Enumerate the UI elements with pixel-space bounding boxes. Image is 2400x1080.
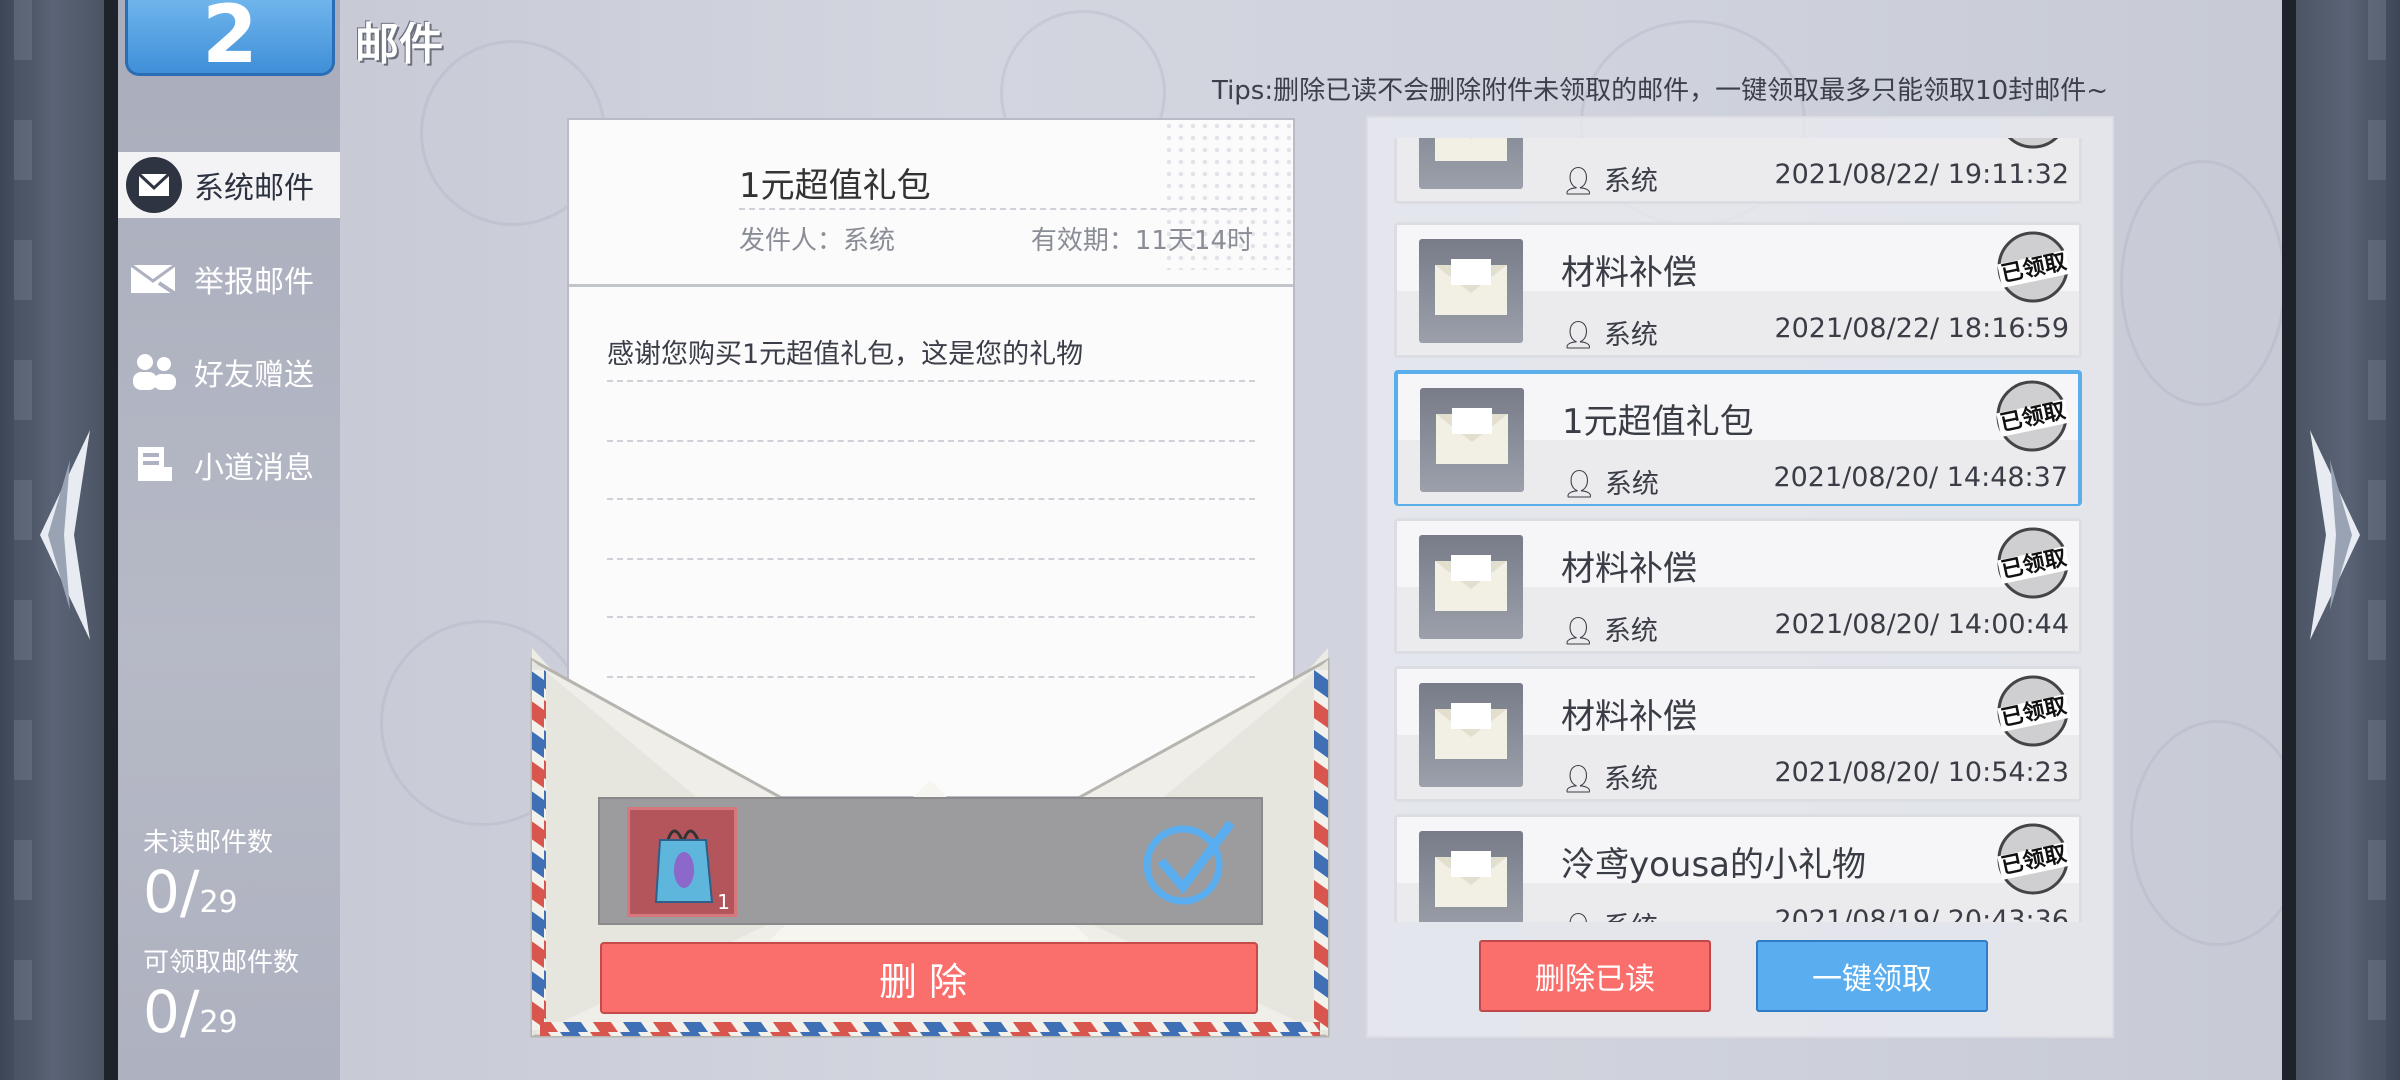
game-screen: 2 邮件 系统邮件 举报邮件 好友赠送 小道消息 未读邮件数 0/29 可领取邮… bbox=[0, 0, 2400, 1080]
envelope-icon bbox=[1419, 239, 1523, 343]
mail-row-sender: 👤︎ 系统 bbox=[1561, 905, 1658, 922]
left-frame bbox=[0, 0, 118, 1080]
sidebar-item-system-mail[interactable]: 系统邮件 bbox=[118, 152, 340, 218]
mail-row-time: 2021/08/20/ 14:00:44 bbox=[1774, 609, 2069, 640]
sidebar-item-label: 好友赠送 bbox=[194, 358, 314, 393]
back-badge-icon: 2 bbox=[202, 0, 258, 76]
envelope-icon bbox=[1419, 138, 1523, 189]
sidebar-item-label: 系统邮件 bbox=[194, 171, 314, 206]
mail-row-time: 2021/08/20/ 14:48:37 bbox=[1773, 462, 2068, 493]
claimed-stamp: 已领取 bbox=[1992, 378, 2072, 454]
attachment-bar: 1 bbox=[598, 797, 1263, 925]
envelope-icon bbox=[1420, 388, 1524, 492]
mail-icon bbox=[124, 155, 184, 215]
sidebar-item-report-mail[interactable]: 举报邮件 bbox=[118, 246, 340, 312]
delete-read-button[interactable]: 删除已读 bbox=[1479, 940, 1711, 1012]
claimed-stamp: 已领取 bbox=[1993, 138, 2073, 151]
mail-row[interactable]: 材料补偿 👤︎ 系统 2021/08/22/ 18:16:59 已领取 bbox=[1394, 222, 2082, 358]
mail-expiry: 有效期：11天14时 bbox=[1030, 226, 1253, 256]
report-mail-icon bbox=[124, 249, 184, 309]
sidebar-item-label: 小道消息 bbox=[194, 451, 314, 486]
mail-row-sender: 👤︎ 系统 bbox=[1561, 616, 1658, 647]
mail-row-sender: 👤︎ 系统 bbox=[1561, 320, 1658, 351]
left-arrow-icon bbox=[40, 430, 90, 640]
mail-row-title: 材料补偿 bbox=[1561, 697, 1697, 737]
mail-row-time: 2021/08/19/ 20:43:36 bbox=[1774, 905, 2069, 922]
delete-button[interactable]: 删除 bbox=[600, 942, 1258, 1014]
mail-row-sender: 👤︎ 系统 bbox=[1561, 166, 1658, 197]
claimable-count-label: 可领取邮件数 bbox=[143, 948, 300, 978]
page-title: 邮件 bbox=[355, 19, 443, 70]
mail-row-time: 2021/08/20/ 10:54:23 bbox=[1774, 757, 2069, 788]
check-icon bbox=[1143, 820, 1235, 905]
tips-text: Tips:删除已读不会删除附件未领取的邮件，一键领取最多只能领取10封邮件~ bbox=[1212, 76, 2108, 106]
mail-row-time: 2021/08/22/ 18:16:59 bbox=[1774, 313, 2069, 344]
attachment-item[interactable]: 1 bbox=[627, 807, 737, 917]
mail-sender: 发件人：系统 bbox=[739, 226, 896, 256]
claim-all-button[interactable]: 一键领取 bbox=[1756, 940, 1988, 1012]
mail-row[interactable]: 泠鸢yousa的小礼物 👤︎ 系统 2021/08/19/ 20:43:36 已… bbox=[1394, 814, 2082, 922]
mail-row-title: 泠鸢yousa的小礼物 bbox=[1561, 845, 1867, 885]
mail-title: 1元超值礼包 bbox=[739, 166, 931, 206]
envelope-icon bbox=[1419, 535, 1523, 639]
sidebar-item-friend-gifts[interactable]: 好友赠送 bbox=[118, 339, 340, 405]
right-arrow-icon bbox=[2310, 430, 2360, 640]
mail-row-time: 2021/08/22/ 19:11:32 bbox=[1774, 159, 2069, 190]
mail-row[interactable]: 👤︎ 系统 2021/08/22/ 19:11:32 已领取 bbox=[1394, 138, 2082, 204]
sidebar-item-label: 举报邮件 bbox=[194, 265, 314, 300]
mail-list[interactable]: 👤︎ 系统 2021/08/22/ 19:11:32 已领取 材料补偿 👤︎ 系… bbox=[1390, 138, 2086, 922]
unread-count-label: 未读邮件数 bbox=[143, 828, 274, 858]
right-frame bbox=[2282, 0, 2400, 1080]
claimable-count: 0/29 bbox=[143, 978, 238, 1046]
friends-icon bbox=[124, 342, 184, 402]
claimed-stamp: 已领取 bbox=[1993, 229, 2073, 305]
mail-row-title: 材料补偿 bbox=[1561, 253, 1697, 293]
envelope-icon bbox=[1419, 831, 1523, 922]
delete-read-label: 删除已读 bbox=[1535, 962, 1655, 997]
claimed-stamp: 已领取 bbox=[1993, 673, 2073, 749]
delete-button-label: 删除 bbox=[878, 959, 979, 1004]
envelope-icon bbox=[1419, 683, 1523, 787]
mail-row-sender: 👤︎ 系统 bbox=[1561, 764, 1658, 795]
mail-body: 感谢您购买1元超值礼包，这是您的礼物 bbox=[607, 339, 1084, 370]
attachment-count: 1 bbox=[717, 890, 730, 914]
claim-all-label: 一键领取 bbox=[1812, 962, 1932, 997]
claimed-stamp: 已领取 bbox=[1993, 821, 2073, 897]
unread-count: 0/29 bbox=[143, 858, 238, 926]
mail-row-title: 1元超值礼包 bbox=[1562, 402, 1754, 442]
svg-text:2: 2 bbox=[202, 0, 258, 76]
back-button[interactable]: 2 bbox=[125, 0, 335, 76]
mail-row-sender: 👤︎ 系统 bbox=[1562, 469, 1659, 500]
sidebar-item-gossip[interactable]: 小道消息 bbox=[118, 432, 340, 498]
claimed-stamp: 已领取 bbox=[1993, 525, 2073, 601]
mail-row-title: 材料补偿 bbox=[1561, 549, 1697, 589]
mail-row-selected[interactable]: 1元超值礼包 👤︎ 系统 2021/08/20/ 14:48:37 已领取 bbox=[1394, 370, 2082, 506]
news-icon bbox=[124, 435, 184, 495]
mail-row[interactable]: 材料补偿 👤︎ 系统 2021/08/20/ 10:54:23 已领取 bbox=[1394, 666, 2082, 802]
mail-row[interactable]: 材料补偿 👤︎ 系统 2021/08/20/ 14:00:44 已领取 bbox=[1394, 518, 2082, 654]
